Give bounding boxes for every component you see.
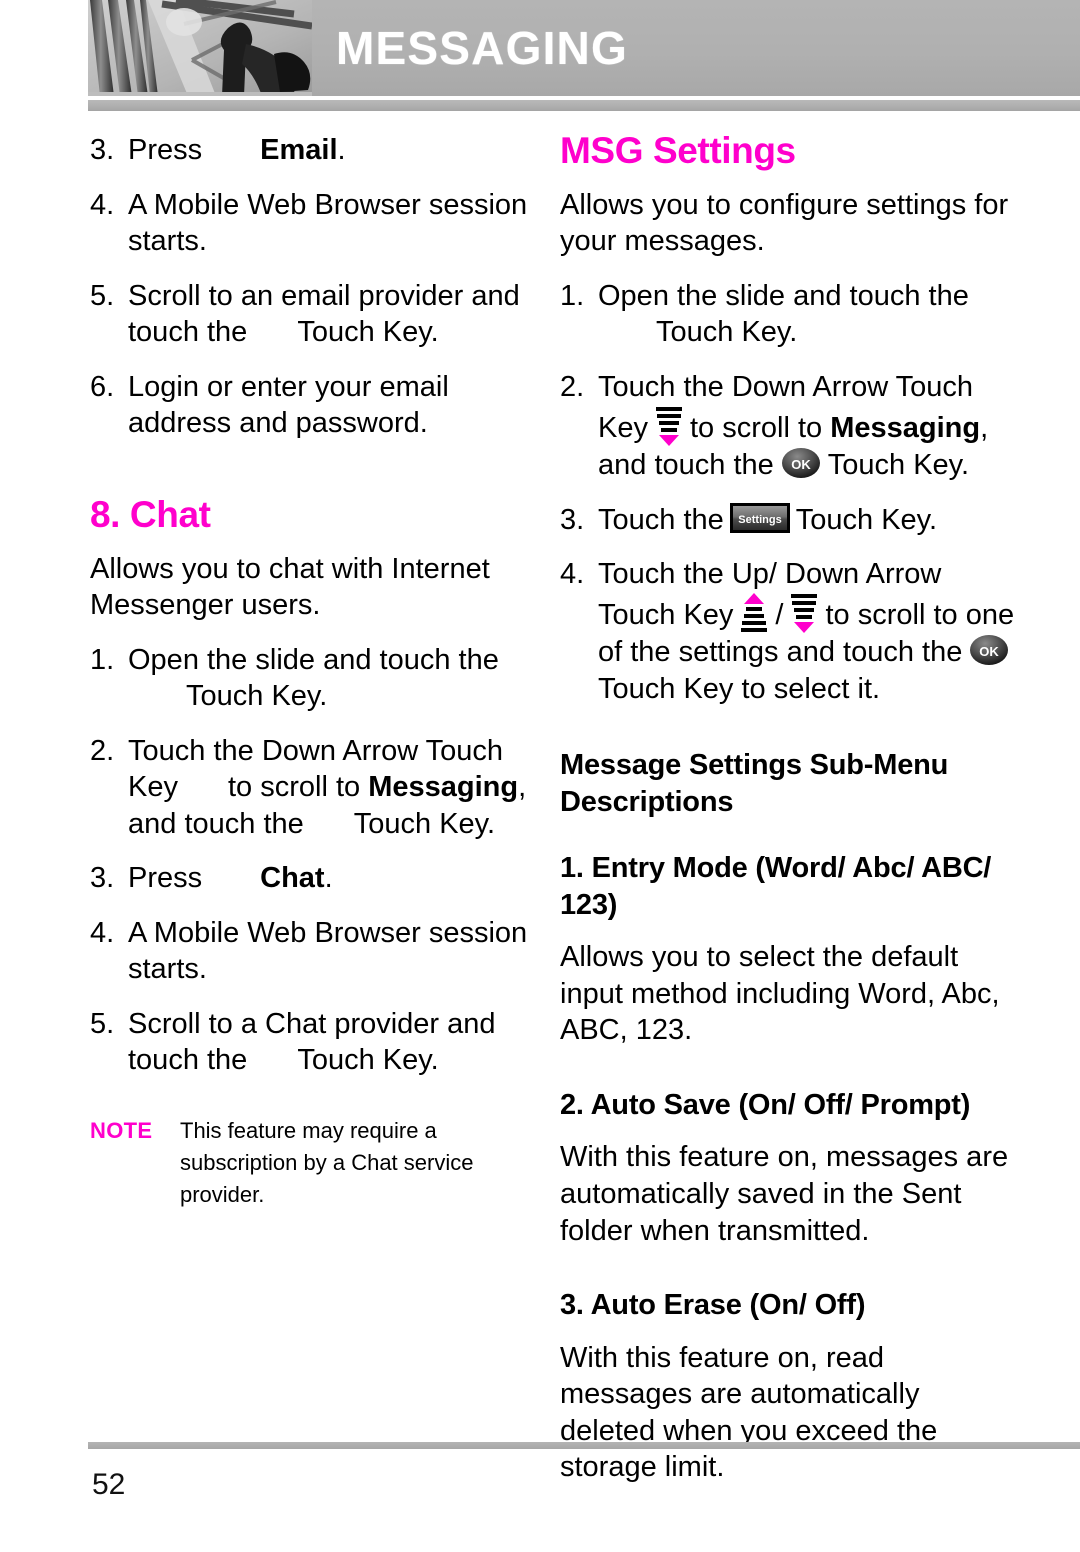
step-text-post3: Touch Key. (353, 807, 496, 840)
step-number: 4. (90, 188, 115, 221)
submenu-item-body: With this feature on, messages are autom… (560, 1141, 1009, 1247)
step-text-post: Touch Key. (795, 503, 938, 536)
arrow-separator: / (775, 598, 784, 631)
step-text-pre: Press (128, 134, 203, 166)
step-number: 5. (90, 279, 115, 312)
step-text-post: . (337, 134, 346, 166)
submenu-heading: Message Settings Sub-Menu Descriptions (560, 749, 949, 818)
note-text: This feature may require a subscription … (180, 1117, 474, 1207)
submenu-item-title: 3. Auto Erase (On/ Off) (560, 1289, 866, 1322)
step-text-post: Touch Key. (297, 1044, 439, 1077)
list-item: 2. Touch the Down Arrow Touch Key to scro… (90, 733, 545, 843)
list-item: 2. Touch the Down Arrow Touch Key to scro… (560, 369, 1020, 484)
submenu-item-title: 1. Entry Mode (Word/ Abc/ ABC/ 123) (560, 852, 992, 921)
svg-text:Settings: Settings (738, 514, 781, 526)
settings-key-icon: Settings (729, 502, 791, 534)
step-number: 1. (90, 643, 115, 676)
step-text-post: Touch Key to select it. (598, 672, 881, 705)
submenu-item-body: With this feature on, read messages are … (560, 1341, 938, 1484)
page-header: MESSAGING (88, 0, 1080, 96)
step-text-bold: Email (260, 134, 338, 166)
step-text: Scroll to an email provider and touch th… (128, 278, 545, 351)
ok-key-icon: OK (967, 633, 1011, 667)
down-arrow-key-icon (788, 593, 820, 633)
note-label: NOTE (90, 1117, 153, 1143)
section-intro-msg-settings: Allows you to configure settings for you… (560, 188, 1009, 258)
step-text: Touch the Up/ Down Arrow Touch Key / to sc… (598, 556, 1020, 707)
step-number: 2. (560, 370, 585, 403)
page-title: MESSAGING (336, 22, 628, 74)
list-item: 3. Press Email. (90, 132, 545, 169)
page-number: 52 (92, 1468, 126, 1501)
right-column: MSG Settings Allows you to configure set… (560, 130, 1020, 1504)
step-text-post: . (324, 862, 333, 895)
step-number: 2. (90, 734, 115, 767)
step-number: 5. (90, 1007, 115, 1040)
step-text: Login or enter your email address and pa… (128, 370, 449, 440)
step-number: 6. (90, 370, 115, 403)
section-heading-msg-settings: MSG Settings (560, 130, 796, 171)
list-item: 5. Scroll to a Chat provider and touch t… (90, 1006, 545, 1079)
step-text: Touch the Settings Touch Key. (598, 502, 1020, 539)
step-number: 1. (560, 279, 585, 312)
section-intro-chat: Allows you to chat with Internet Messeng… (90, 552, 490, 622)
step-number: 4. (560, 558, 585, 591)
header-divider-rule (88, 100, 1080, 111)
step-text: Touch the Down Arrow Touch Key to scroll … (128, 733, 545, 843)
section-heading-chat: 8. Chat (90, 493, 211, 535)
submenu-item-body: Allows you to select the default input m… (560, 941, 1000, 1047)
step-text: A Mobile Web Browser session starts. (128, 916, 528, 986)
list-item: 4. Touch the Up/ Down Arrow Touch Key / to… (560, 556, 1020, 707)
list-item: 5. Scroll to an email provider and touch… (90, 278, 545, 351)
step-text: Press Email. (128, 132, 545, 169)
step-text-mid: to scroll to (689, 411, 823, 444)
step-text: Press Chat. (128, 860, 545, 897)
step-number: 3. (90, 862, 115, 895)
step-text: Touch the Down Arrow Touch Key to scroll … (598, 369, 1020, 484)
step-text-pre: Touch the (598, 503, 724, 536)
footer-divider-rule (88, 1442, 1080, 1449)
step-text: Scroll to a Chat provider and touch the T… (128, 1006, 545, 1079)
up-arrow-key-icon (738, 592, 770, 633)
step-text-pre: Open the slide and touch the (128, 643, 499, 676)
svg-text:OK: OK (980, 644, 1000, 659)
down-arrow-key-icon (653, 406, 685, 446)
step-text-post: Touch Key. (297, 316, 439, 349)
list-item: 4. A Mobile Web Browser session starts. (90, 915, 545, 988)
step-text: Open the slide and touch the Touch Key. (598, 278, 1020, 351)
list-item: 6. Login or enter your email address and… (90, 369, 545, 442)
step-text-post: Touch Key. (656, 316, 798, 349)
step-text-post: Touch Key. (186, 680, 328, 713)
step-number: 3. (90, 134, 115, 166)
step-text-pre: Open the slide and touch the (598, 279, 969, 312)
list-item: 4. A Mobile Web Browser session starts. (90, 187, 545, 260)
svg-text:OK: OK (791, 457, 811, 472)
submenu-item-title: 2. Auto Save (On/ Off/ Prompt) (560, 1088, 971, 1121)
note-block: NOTE This feature may require a subscrip… (90, 1115, 545, 1211)
header-photo (88, 0, 312, 96)
step-text-bold: Messaging (368, 771, 519, 804)
step-text-post3: Touch Key. (827, 449, 970, 482)
step-text-bold: Chat (260, 862, 325, 895)
step-text: A Mobile Web Browser session starts. (128, 188, 528, 258)
step-number: 3. (560, 503, 585, 536)
step-text-bold: Messaging (830, 411, 981, 444)
left-column: 3. Press Email. 4. A Mobile Web Browser s… (90, 132, 545, 1211)
ok-key-icon: OK (779, 446, 823, 480)
list-item: 1. Open the slide and touch the Touch Key… (90, 642, 545, 715)
step-text: Open the slide and touch the Touch Key. (128, 642, 545, 715)
list-item: 3. Press Chat. (90, 860, 545, 897)
step-number: 4. (90, 916, 115, 949)
step-text-mid: to scroll to (227, 771, 361, 804)
step-text-pre: Press (128, 862, 203, 895)
list-item: 3. Touch the Settings Touch Key. (560, 502, 1020, 539)
list-item: 1. Open the slide and touch the Touch Key… (560, 278, 1020, 351)
